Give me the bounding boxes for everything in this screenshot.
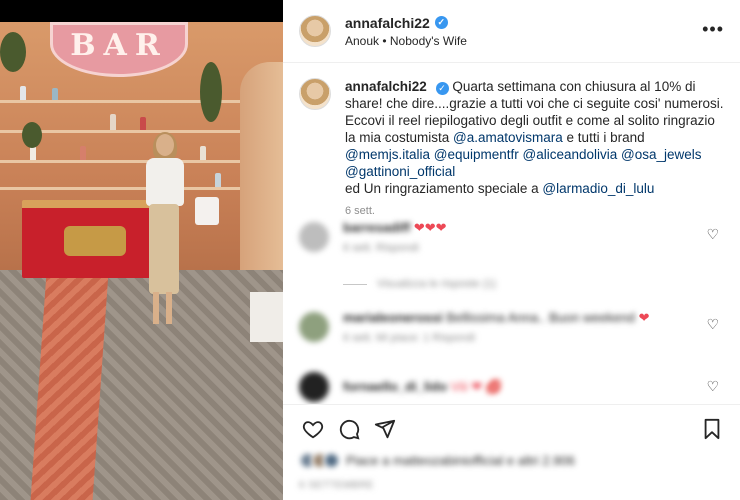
commenter-username[interactable]: barresadiff [343,220,410,235]
bottle [20,86,26,100]
commenter-avatar[interactable] [299,222,329,252]
caption-text: ed Un ringraziamento speciale a [345,181,543,196]
plant [22,122,42,148]
post-sidebar: annafalchi22 ✓ Anouk • Nobody's Wife •••… [283,0,740,500]
mention-link[interactable]: @equipmentfr [434,147,519,162]
comment-text: Viii ❤ 💋 [450,379,503,394]
comment-meta[interactable]: 6 sett. Rispondi [343,242,447,254]
presenter [140,132,190,329]
shelf [0,187,248,190]
mention-link[interactable]: @osa_jewels [621,147,702,162]
audio-track[interactable]: Anouk • Nobody's Wife [345,34,467,48]
plant [0,32,26,72]
commenter-avatar[interactable] [299,312,329,342]
post-actions-bar [283,404,740,452]
video-frame: BAR [0,22,283,500]
comment-row: barresadiff ❤❤❤ 6 sett. Rispondi ♡ [299,220,729,254]
caption-time[interactable]: 6 sett. [345,203,724,220]
view-replies[interactable]: Visualizza le risposte (1) [343,278,740,290]
comment-text: ❤❤❤ [413,220,447,235]
presenter-shirt [146,158,184,206]
counter-panel [64,226,126,256]
share-paper-plane-icon[interactable] [367,411,403,447]
chair [195,197,219,225]
bottle [30,146,36,160]
bottle [110,114,116,130]
comment-body: barresadiff ❤❤❤ 6 sett. Rispondi [329,220,447,254]
shelf [0,160,248,163]
comments-section[interactable]: annafalchi22 ✓ Quarta settimana con chiu… [283,64,740,404]
presenter-leg [153,292,159,324]
verified-badge-icon: ✓ [434,16,448,29]
caption-avatar[interactable] [299,78,331,110]
mention-link[interactable]: @a.amatovismara [453,130,563,145]
mention-link[interactable]: @memjs.italia [345,147,430,162]
presenter-head [156,134,174,156]
like-comment-heart-icon[interactable]: ♡ [706,378,719,395]
mention-link[interactable]: @larmadio_di_lulu [542,181,654,196]
like-comment-heart-icon[interactable]: ♡ [706,226,719,243]
likes-summary[interactable]: Piace a matteozabiniofficial e altri 2.9… [299,452,729,469]
replies-divider [343,283,367,285]
plant [200,62,222,122]
caption-body: annafalchi22 ✓ Quarta settimana con chiu… [345,78,724,220]
comment-body: fornaello_di_lido Viii ❤ 💋 [343,379,502,395]
author-username[interactable]: annafalchi22 ✓ [345,15,467,31]
commenter-username[interactable]: marialeonerossi [343,310,443,325]
more-options-icon[interactable]: ••• [702,20,724,38]
comment-meta[interactable]: 6 sett. Mi piace: 1 Rispondi [343,332,650,344]
liker-avatar [323,452,340,469]
post-date: 6 SETTEMBRE [299,480,374,491]
bottle [200,146,206,160]
view-replies-text[interactable]: Visualizza le risposte (1) [377,278,496,290]
reel-video[interactable]: BAR [0,0,283,500]
mention-link[interactable]: @gattinoni_official [345,164,455,179]
bottle [215,173,221,187]
bottle [80,146,86,160]
caption-text: e tutti i brand [562,130,645,145]
save-bookmark-icon[interactable] [694,411,730,447]
verified-badge-icon: ✓ [435,82,449,95]
presenter-skirt [149,204,179,294]
author-avatar[interactable] [299,15,331,47]
instagram-post-view: BAR annafalchi22 ✓ Anouk • Nobody's Wife… [0,0,740,500]
comment-text: Bellissima Anna.. Buon weekend [446,310,635,325]
heart-emoji: ❤ [638,310,650,325]
post-header: annafalchi22 ✓ Anouk • Nobody's Wife ••• [283,0,740,63]
caption: annafalchi22 ✓ Quarta settimana con chiu… [283,64,740,220]
comment-bubble-icon[interactable] [331,411,367,447]
commenter-username[interactable]: fornaello_di_lido [343,379,447,394]
mention-link[interactable]: @aliceandolivia [523,147,618,162]
commenter-avatar[interactable] [299,372,329,402]
comment-row: fornaello_di_lido Viii ❤ 💋 ♡ [299,372,729,402]
caption-username[interactable]: annafalchi22 [345,79,427,94]
bar-counter [22,200,158,278]
comment-row: marialeonerossi Bellissima Anna.. Buon w… [299,310,729,344]
likes-text[interactable]: Piace a matteozabiniofficial e altri 2.9… [346,453,575,468]
comment-body: marialeonerossi Bellissima Anna.. Buon w… [329,310,650,344]
bottle [52,88,58,100]
like-comment-heart-icon[interactable]: ♡ [706,316,719,333]
side-table [250,292,283,342]
presenter-leg [166,292,172,324]
like-heart-icon[interactable] [295,411,331,447]
bottle [140,117,146,130]
author-info: annafalchi22 ✓ Anouk • Nobody's Wife [345,15,467,48]
